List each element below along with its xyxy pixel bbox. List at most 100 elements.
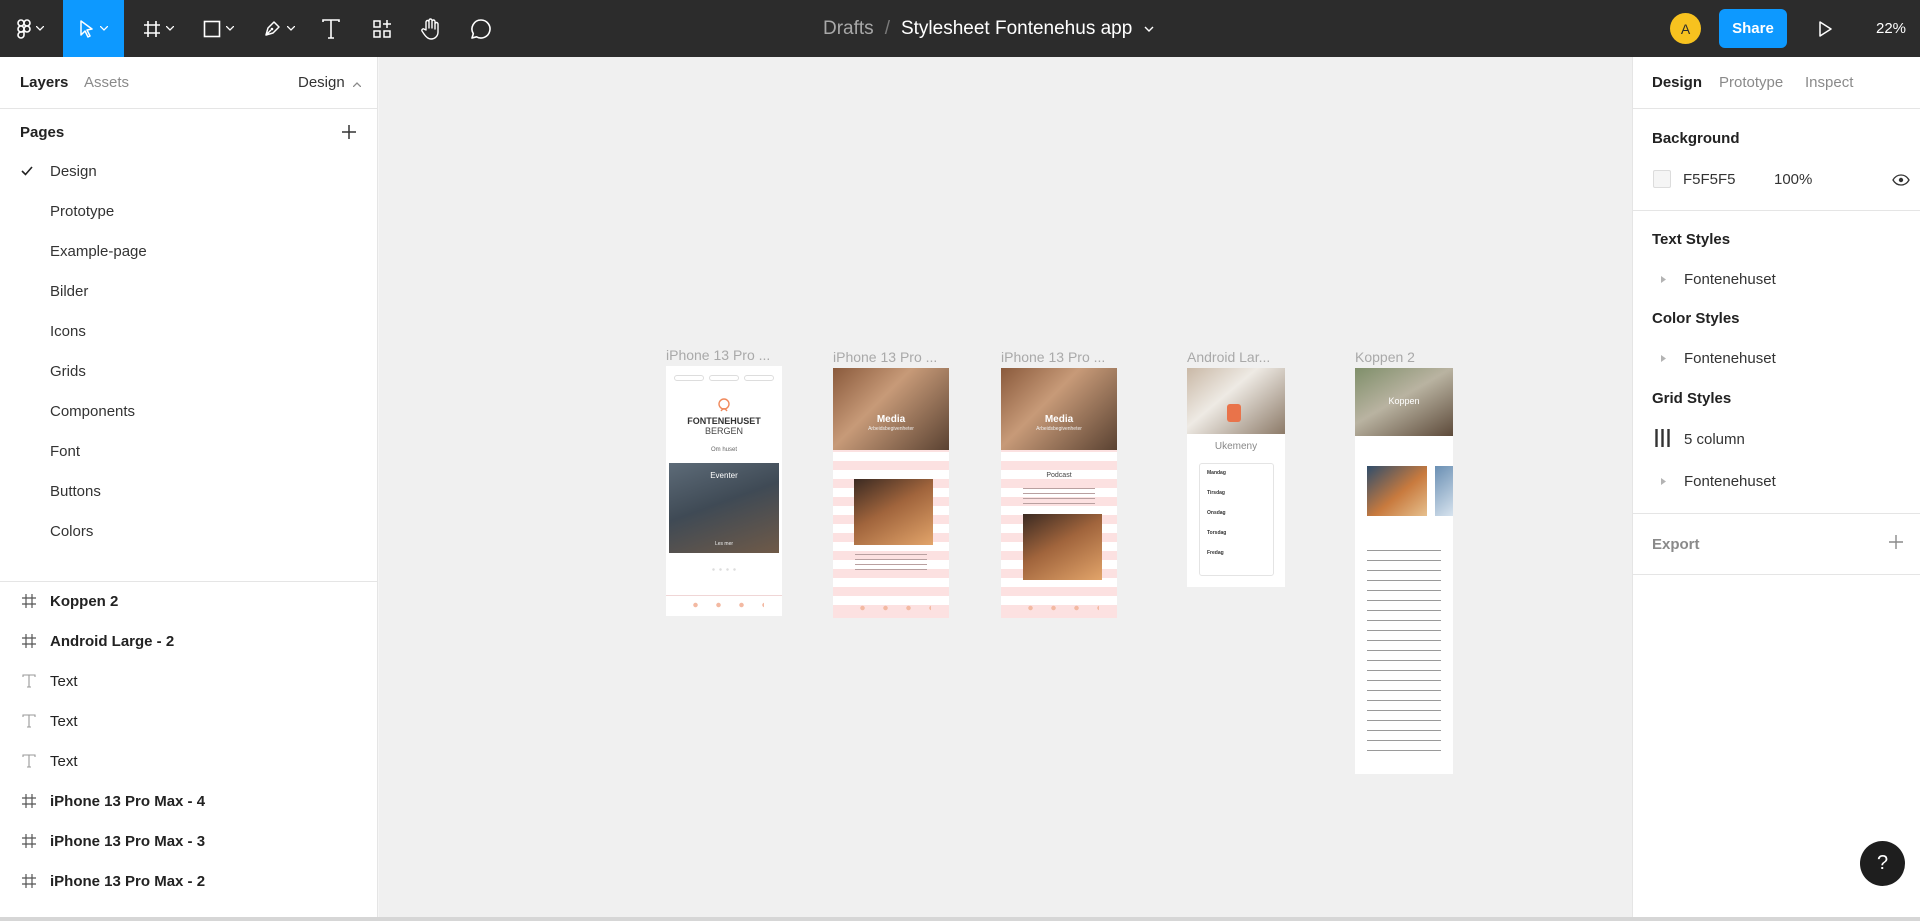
tab-design[interactable]: Design	[1652, 74, 1702, 91]
left-panel-tabs: Layers Assets Design	[0, 57, 378, 109]
frame-icon	[22, 834, 36, 848]
background-hex[interactable]: F5F5F5	[1683, 171, 1736, 188]
page-label: Font	[50, 443, 81, 460]
page-dropdown[interactable]: Design	[298, 74, 362, 91]
about-link: Om huset	[710, 447, 737, 453]
page-item-grids[interactable]: Grids	[0, 353, 378, 393]
page-item-colors[interactable]: Colors	[0, 513, 378, 553]
page-label: Grids	[50, 363, 86, 380]
hero-subtitle: Arbeidsbegivenheter	[868, 426, 914, 432]
nav-divider	[666, 595, 782, 596]
tab-prototype[interactable]: Prototype	[1719, 74, 1783, 91]
page-label: Design	[50, 163, 97, 180]
frame-label[interactable]: iPhone 13 Pro ...	[1001, 349, 1105, 365]
chevron-down-icon	[100, 26, 108, 31]
text-tool-button[interactable]	[316, 0, 346, 57]
frame-icon	[22, 594, 36, 608]
koppen-hero-image: Koppen	[1355, 368, 1453, 436]
layer-name: iPhone 13 Pro Max - 2	[50, 873, 206, 890]
file-name[interactable]: Stylesheet Fontenehus app	[901, 18, 1132, 40]
layer-item[interactable]: iPhone 13 Pro Max - 2	[0, 862, 378, 902]
frame-tool-button[interactable]	[135, 0, 181, 57]
zoom-control[interactable]: 22%	[1876, 0, 1906, 57]
layer-item[interactable]: iPhone 13 Pro Max - 3	[0, 822, 378, 862]
page-item-buttons[interactable]: Buttons	[0, 473, 378, 513]
layer-item[interactable]: Text	[0, 662, 378, 702]
logo-title: FONTENEHUSET	[687, 416, 761, 426]
page-item-components[interactable]: Components	[0, 393, 378, 433]
avatar[interactable]: A	[1670, 13, 1701, 44]
help-button[interactable]: ?	[1860, 841, 1905, 886]
background-opacity[interactable]: 100%	[1774, 171, 1812, 188]
layer-name: iPhone 13 Pro Max - 3	[50, 833, 206, 850]
plus-icon[interactable]	[337, 120, 361, 144]
page-item-font[interactable]: Font	[0, 433, 378, 473]
resources-button[interactable]	[369, 0, 395, 57]
grid-style-item[interactable]: Fontenehuset	[1684, 473, 1776, 490]
frame-iphone-podcast[interactable]: Media Arbeidsbegivenheter Podcast	[1001, 368, 1117, 618]
frame-iphone-media[interactable]: Media Arbeidsbegivenheter	[833, 368, 949, 618]
chevron-up-icon	[352, 82, 362, 88]
zoom-level: 22%	[1876, 20, 1907, 37]
figma-logo-icon	[16, 18, 31, 39]
rectangle-icon	[203, 20, 220, 37]
frame-iphone-home[interactable]: FONTENEHUSET BERGEN Om huset Eventer Les…	[666, 366, 782, 616]
text-styles-heading: Text Styles	[1652, 231, 1731, 248]
layer-name: Text	[50, 673, 78, 690]
layer-item[interactable]: Text	[0, 742, 378, 782]
column-grid-icon	[1655, 429, 1670, 447]
shape-tool-button[interactable]	[195, 0, 241, 57]
page-item-bilder[interactable]: Bilder	[0, 273, 378, 313]
frame-label[interactable]: iPhone 13 Pro ...	[833, 349, 937, 365]
page-item-icons[interactable]: Icons	[0, 313, 378, 353]
panel-divider	[1633, 210, 1920, 211]
layer-item[interactable]: Android Large - 2	[0, 622, 378, 662]
background-swatch[interactable]	[1653, 170, 1671, 188]
layer-item[interactable]: Koppen 2	[0, 582, 378, 622]
plus-icon[interactable]	[1888, 534, 1904, 550]
koppen-hero-title: Koppen	[1388, 396, 1420, 406]
page-item-example-page[interactable]: Example-page	[0, 233, 378, 273]
hero-image: Media Arbeidsbegivenheter	[833, 368, 949, 450]
toolbar: Drafts / Stylesheet Fontenehus app A Sha…	[0, 0, 1920, 57]
chevron-down-icon	[35, 26, 44, 31]
tab-inspect[interactable]: Inspect	[1805, 74, 1853, 91]
frame-koppen-2[interactable]: Koppen	[1355, 368, 1453, 774]
frame-label[interactable]: Android Lar...	[1187, 349, 1270, 365]
color-style-item[interactable]: Fontenehuset	[1684, 350, 1776, 367]
frame-label[interactable]: iPhone 13 Pro ...	[666, 347, 770, 363]
chevron-down-icon[interactable]	[1144, 26, 1154, 32]
layer-item[interactable]: Text	[0, 702, 378, 742]
tab-assets[interactable]: Assets	[84, 74, 129, 91]
frame-android-menu[interactable]: Ukemeny Mandag Tirsdag Onsdag Torsdag Fr…	[1187, 368, 1285, 587]
carousel-dots	[710, 568, 738, 571]
move-tool-button[interactable]	[63, 0, 124, 57]
text-style-item[interactable]: Fontenehuset	[1684, 271, 1776, 288]
text-layer-icon	[22, 754, 36, 768]
layer-name: iPhone 13 Pro Max - 4	[50, 793, 206, 810]
eye-icon[interactable]	[1892, 174, 1910, 186]
main-menu-button[interactable]	[0, 0, 60, 57]
present-button[interactable]	[1810, 0, 1840, 57]
grid-style-item[interactable]: 5 column	[1684, 431, 1745, 448]
caret-right-icon	[1661, 276, 1666, 283]
pen-tool-button[interactable]	[256, 0, 302, 57]
page-label: Prototype	[50, 203, 115, 220]
share-button[interactable]: Share	[1719, 9, 1787, 48]
export-heading: Export	[1652, 536, 1700, 553]
page-label: Buttons	[50, 483, 101, 500]
breadcrumb-drafts[interactable]: Drafts	[823, 18, 874, 40]
panel-divider	[1633, 574, 1920, 575]
layer-item[interactable]: iPhone 13 Pro Max - 4	[0, 782, 378, 822]
canvas[interactable]: iPhone 13 Pro ... FONTENEHUSET BERGEN Om…	[379, 57, 1632, 917]
page-item-design[interactable]: Design	[0, 153, 378, 193]
frame-label[interactable]: Koppen 2	[1355, 349, 1415, 365]
koppen-gallery-image	[1367, 466, 1427, 516]
page-item-prototype[interactable]: Prototype	[0, 193, 378, 233]
comment-tool-button[interactable]	[468, 0, 494, 57]
tab-layers[interactable]: Layers	[20, 74, 68, 91]
event-card-title: Eventer	[710, 471, 738, 480]
hand-tool-button[interactable]	[418, 0, 444, 57]
menu-day: Fredag	[1207, 550, 1224, 556]
layer-name: Text	[50, 753, 78, 770]
